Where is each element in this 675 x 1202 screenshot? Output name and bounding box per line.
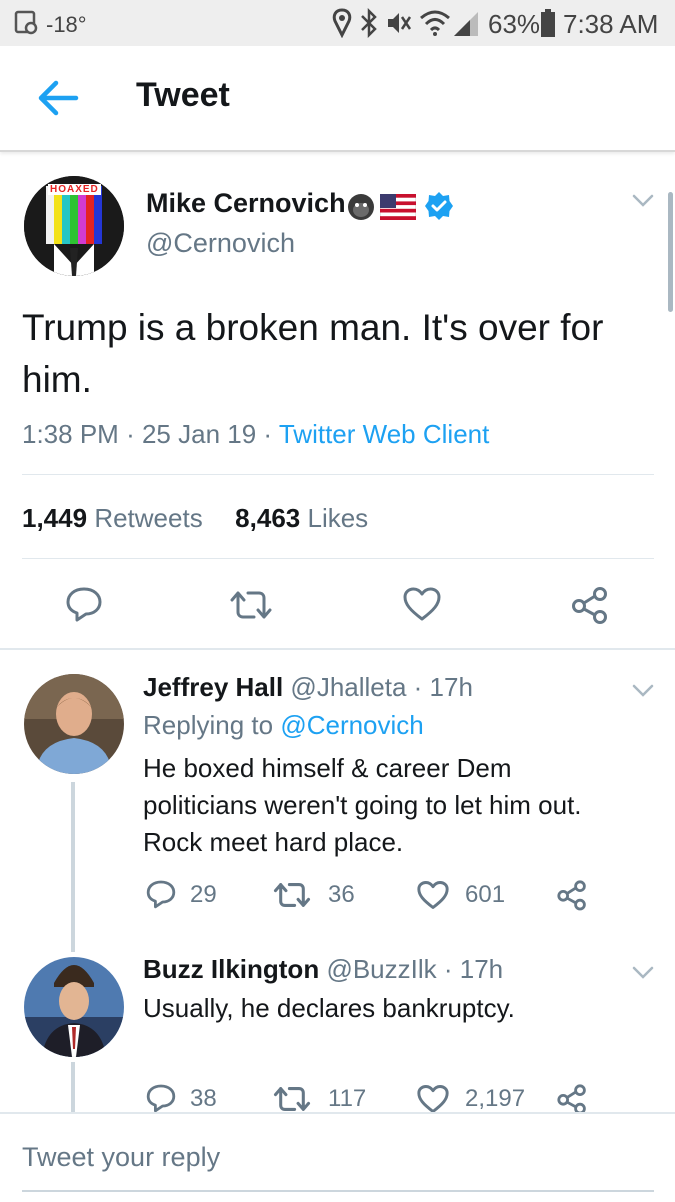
like-heart-icon[interactable]	[416, 880, 450, 910]
reply-avatar[interactable]	[24, 957, 124, 1057]
share-icon[interactable]	[570, 586, 610, 624]
temperature: -18°	[46, 12, 87, 37]
us-flag-icon	[380, 194, 416, 220]
replying-prefix: Replying to	[143, 710, 274, 740]
meta-separator: ·	[263, 419, 273, 449]
thread-line	[71, 782, 75, 952]
like-heart-icon[interactable]	[402, 586, 442, 622]
share-icon[interactable]	[556, 879, 588, 911]
avatar-label: HOAXED	[48, 184, 101, 195]
reply-text: Usually, he declares bankruptcy.	[143, 990, 515, 1027]
likes-stat[interactable]: 8,463 Likes	[235, 503, 368, 533]
verified-badge-icon	[425, 192, 453, 220]
retweets-count: 1,449	[22, 503, 88, 533]
reply-count: 38	[190, 1085, 217, 1112]
back-arrow-icon	[38, 80, 79, 116]
battery-percent: 63%	[488, 9, 541, 39]
meta-separator: ·	[406, 672, 430, 702]
divider	[22, 474, 654, 475]
replying-to-link[interactable]: @Cernovich	[280, 710, 423, 740]
tweet-time: 1:38 PM	[22, 419, 119, 449]
likes-count: 8,463	[235, 503, 301, 533]
share-icon[interactable]	[556, 1083, 588, 1115]
retweet-stat[interactable]: 1,449 Retweets	[22, 503, 203, 533]
app-bar: Tweet	[0, 46, 675, 152]
reply-options-chevron-icon[interactable]	[630, 682, 656, 700]
reply-icon[interactable]	[145, 878, 177, 910]
reply-icon[interactable]	[64, 585, 104, 623]
like-count: 2,197	[465, 1085, 526, 1112]
tweet-meta: 1:38 PM · 25 Jan 19 · Twitter Web Client	[22, 419, 489, 450]
retweet-icon[interactable]	[272, 880, 312, 910]
tweet-text: Trump is a broken man. It's over for him…	[22, 307, 604, 400]
mute-icon	[388, 13, 412, 33]
like-heart-icon[interactable]	[416, 1084, 450, 1114]
reply-options-chevron-icon[interactable]	[630, 964, 656, 982]
back-button[interactable]	[30, 72, 90, 124]
thread-line	[71, 1062, 75, 1112]
retweet-count: 36	[328, 881, 355, 908]
meta-separator: ·	[126, 419, 135, 449]
reply-text: He boxed himself & career Dem politician…	[143, 750, 582, 861]
reply-author-name[interactable]: Buzz Ilkington	[143, 954, 319, 984]
signal-icon	[454, 12, 478, 36]
reply-text-line: Usually, he declares bankruptcy.	[143, 993, 515, 1023]
reply-author-handle[interactable]: @BuzzIlk	[326, 954, 436, 984]
bluetooth-icon	[361, 8, 377, 38]
reply-count: 29	[190, 881, 217, 908]
author-name[interactable]: Mike Cernovich	[146, 188, 346, 219]
notification-icon	[14, 10, 38, 35]
reply-avatar[interactable]	[24, 674, 124, 774]
avatar[interactable]: HOAXED	[24, 176, 124, 276]
reply-avatar-image	[24, 957, 124, 1057]
retweets-label: Retweets	[94, 503, 203, 533]
reply-header: Jeffrey Hall @Jhalleta · 17h	[143, 672, 473, 703]
reply-avatar-image	[24, 674, 124, 774]
scroll-indicator[interactable]	[668, 192, 673, 312]
divider	[22, 558, 654, 559]
reply-header: Buzz Ilkington @BuzzIlk · 17h	[143, 954, 503, 985]
retweet-count: 117	[328, 1085, 367, 1112]
reply-text-line: politicians weren't going to let him out…	[143, 790, 582, 820]
reply-input[interactable]: Tweet your reply	[22, 1142, 652, 1182]
tweet-options-chevron-icon[interactable]	[630, 192, 656, 210]
reply-age: 17h	[459, 954, 504, 984]
retweet-icon[interactable]	[272, 1084, 312, 1114]
tweet-date: 25 Jan 19	[141, 419, 257, 449]
tweet-client-link[interactable]: Twitter Web Client	[279, 419, 489, 449]
wifi-icon	[420, 10, 450, 36]
reply-composer: Tweet your reply	[0, 1112, 675, 1202]
battery-icon	[541, 9, 555, 37]
section-divider	[0, 648, 675, 650]
reply-author-name[interactable]: Jeffrey Hall	[143, 672, 283, 702]
reply-icon[interactable]	[145, 1082, 177, 1114]
meta-separator: ·	[436, 954, 460, 984]
reply-input-underline	[22, 1190, 654, 1192]
engagement-stats: 1,449 Retweets 8,463 Likes	[22, 503, 368, 534]
replying-to: Replying to @Cernovich	[143, 710, 424, 741]
gorilla-emoji-icon	[348, 194, 374, 220]
status-bar: -18° 63% 7:38 AM	[0, 0, 675, 46]
retweet-icon[interactable]	[228, 588, 274, 622]
reply-text-line: He boxed himself & career Dem	[143, 753, 512, 783]
reply-age: 17h	[429, 672, 473, 702]
reply-author-handle[interactable]: @Jhalleta	[290, 672, 406, 702]
author-handle[interactable]: @Cernovich	[146, 228, 295, 259]
page-title: Tweet	[136, 76, 230, 114]
like-count: 601	[465, 881, 506, 908]
location-icon	[332, 8, 352, 38]
likes-label: Likes	[307, 503, 369, 533]
clock: 7:38 AM	[563, 9, 659, 39]
reply-text-line: Rock meet hard place.	[143, 827, 404, 857]
